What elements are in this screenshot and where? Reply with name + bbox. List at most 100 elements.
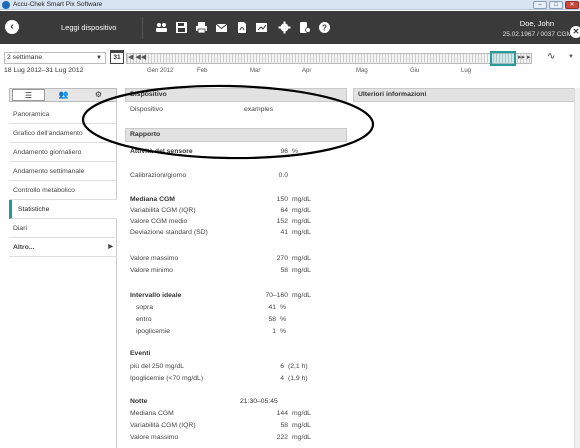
timeline-menu-icon[interactable]: ▼ (568, 54, 574, 60)
stat-row: Mediana CGM 150 mg/dL (130, 196, 340, 206)
tab-settings-icon[interactable]: ⚙ (82, 89, 115, 101)
device-row: Dispositivo examples (130, 106, 340, 116)
stat-unit: mg/dL (292, 196, 311, 203)
stat-row: Intervallo ideale 70–160 mg/dL (130, 292, 340, 302)
main-toolbar: ‹ Leggi dispositivo ? Doe, John 25.02.19… (0, 11, 580, 44)
sidebar-item-label: Altro... (13, 244, 35, 251)
svg-text:?: ? (322, 24, 327, 33)
stat-row: entro 58 % (130, 316, 340, 326)
device-label: Dispositivo (130, 106, 163, 113)
stat-label: Ipoglicemie (<70 mg/dL) (130, 375, 204, 382)
device-section-header: Dispositivo (125, 88, 347, 102)
timeline-month: Gen 2012 (147, 68, 174, 74)
stat-row: Eventi (130, 350, 340, 360)
report-section-header: Rapporto (125, 128, 347, 142)
curve-icon[interactable]: ∿ (547, 51, 555, 62)
stat-value: 21:30–05:45 (240, 398, 278, 405)
stat-value: 270 (276, 255, 288, 262)
minimize-button[interactable]: – (533, 1, 547, 9)
stat-unit: % (280, 328, 287, 335)
stat-row: Deviazione standard (SD) 41 mg/dL (130, 229, 340, 239)
stat-value: 144 (276, 410, 288, 417)
stat-label: Mediana CGM (130, 196, 175, 203)
chevron-down-icon: ▼ (96, 55, 102, 61)
close-window-button[interactable]: ✕ (565, 1, 579, 9)
tab-people-icon[interactable]: 👥 (47, 89, 80, 101)
stat-label: Intervallo ideale (130, 292, 182, 299)
stat-value: 64 (280, 207, 288, 214)
stat-label: Deviazione standard (SD) (130, 229, 208, 236)
stat-unit: % (280, 316, 287, 323)
stat-label: entro (136, 316, 152, 323)
stat-row: più del 250 mg/dL 6 (2,1 h) (130, 363, 340, 373)
stat-row: Valore CGM medio 152 mg/dL (130, 218, 340, 228)
stat-unit: mg/dL (292, 292, 311, 299)
save-icon[interactable] (175, 21, 188, 34)
read-device-button[interactable]: Leggi dispositivo (61, 23, 116, 32)
tab-list-icon[interactable]: ☰ (12, 89, 45, 101)
back-button[interactable]: ‹ (5, 20, 19, 34)
sidebar-item-controllo-metabolico[interactable]: Controllo metabolico (9, 181, 117, 200)
vertical-scrollbar[interactable] (574, 88, 580, 448)
additional-info-panel: Ulteriori informazioni (353, 88, 578, 448)
stat-value: 222 (276, 434, 288, 441)
stat-label: Notte (130, 398, 148, 405)
statistics-panel: Dispositivo Dispositivo examples Rapport… (125, 88, 347, 448)
timeline-month: Mar (250, 68, 261, 74)
toolbar-divider (142, 17, 143, 39)
people-icon[interactable] (155, 21, 168, 34)
sidebar-item-statistiche[interactable]: Statistiche (9, 200, 117, 219)
stat-row: Valore minimo 58 mg/dL (130, 267, 340, 277)
stat-unit: mg/dL (292, 229, 311, 236)
chevron-right-icon: ▶ (108, 244, 113, 250)
maximize-button[interactable]: □ (549, 1, 563, 9)
sidebar-item-panoramica[interactable]: Panoramica (9, 105, 117, 124)
gear-icon[interactable] (278, 21, 291, 34)
timeline-month: Giu (410, 68, 420, 74)
timeline-prev-icon[interactable]: ◀ ◀◀ (128, 53, 146, 61)
timeline-month: Feb (197, 68, 208, 74)
stat-unit: % (280, 304, 287, 311)
sidebar-item-andamento-settimanale[interactable]: Andamento settimanale (9, 162, 117, 181)
calendar-icon[interactable]: 31 (110, 50, 124, 64)
stat-unit: mg/dL (292, 255, 311, 262)
mail-icon[interactable] (215, 21, 228, 34)
sidebar-item-andamento-giornaliero[interactable]: Andamento giornaliero (9, 143, 117, 162)
timeline-month: Lug (461, 68, 472, 74)
sidebar-item-altro[interactable]: Altro... ▶ (9, 238, 117, 257)
stat-label: Valore CGM medio (130, 218, 188, 225)
timeline-range-handle[interactable] (490, 51, 516, 66)
stat-value: 152 (276, 218, 288, 225)
period-select[interactable]: 2 settimane ▼ (4, 52, 106, 64)
stat-label: Attività del sensore (130, 148, 193, 155)
stat-unit: (1,9 h) (288, 375, 308, 382)
print-icon[interactable] (195, 21, 208, 34)
timeline-bar[interactable] (126, 53, 532, 64)
stat-unit: mg/dL (292, 410, 311, 417)
stat-value: 58 (280, 267, 288, 274)
additional-info-header: Ulteriori informazioni (353, 88, 575, 102)
stat-row: Variabilità CGM (IQR) 64 mg/dL (130, 207, 340, 217)
stat-unit: mg/dL (292, 434, 311, 441)
help-icon[interactable]: ? (318, 21, 331, 34)
window-titlebar: Accu-Chek Smart Pix Software – □ ✕ (0, 0, 580, 10)
stat-unit: (2,1 h) (288, 363, 308, 370)
patient-name: Doe, John (519, 19, 554, 28)
stat-label: Valore massimo (130, 434, 179, 441)
pdf-icon[interactable] (235, 21, 248, 34)
stat-value: 96 (280, 148, 288, 155)
stat-label: Mediana CGM (130, 410, 174, 417)
timeline-month: Mag (356, 68, 368, 74)
sidebar-item-diari[interactable]: Diari (9, 219, 117, 238)
stat-row: Calibrazioni/giorno 0.0 (130, 172, 340, 182)
export-icon[interactable] (255, 21, 268, 34)
device-settings-icon[interactable] (298, 21, 311, 34)
date-range: 18 Lug 2012–31 Lug 2012 (4, 67, 84, 74)
close-patient-button[interactable]: ✕ (570, 26, 580, 38)
timeline-month: Apr (302, 68, 312, 74)
timeline-next-icon[interactable]: ▸▸ ▸ (518, 53, 531, 61)
sidebar-item-grafico[interactable]: Grafico dell'andamento (9, 124, 117, 143)
stat-row: Attività del sensore 96 % (130, 148, 340, 158)
period-select-value: 2 settimane (7, 54, 43, 61)
stat-row: Ipoglicemie (<70 mg/dL) 4 (1,9 h) (130, 375, 340, 385)
